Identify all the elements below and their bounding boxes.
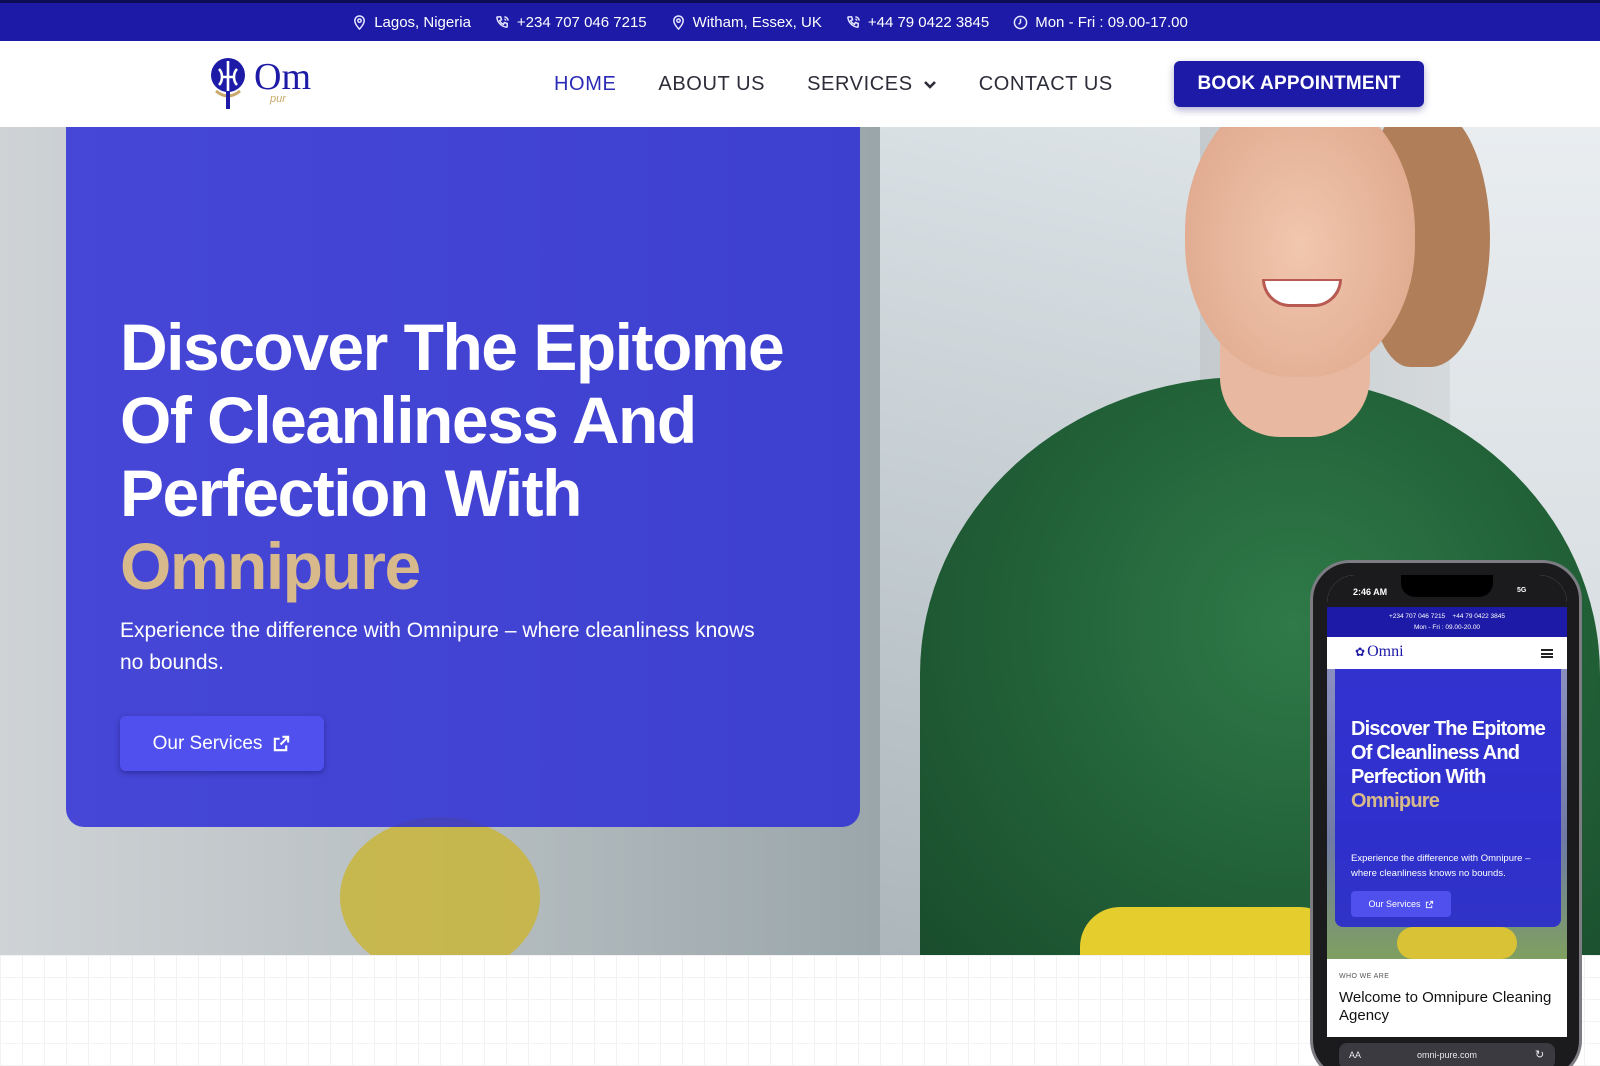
phone-top-hours: Mon - Fri : 09.00-20.00 — [1413, 624, 1481, 631]
location-pin-icon — [672, 14, 684, 30]
phone-item-uk[interactable]: +44 79 0422 3845 — [846, 14, 989, 31]
location-text: Lagos, Nigeria — [374, 13, 471, 31]
chevron-down-icon — [923, 81, 936, 89]
phone-top-phone-2: +44 79 0422 3845 — [1452, 613, 1506, 620]
phone-section-title: Welcome to Omnipure Cleaning Agency — [1339, 989, 1552, 1024]
top-info-bar: Lagos, Nigeria +234 707 046 7215 Witham,… — [0, 0, 1600, 41]
phone-url-bar-area: AA omni-pure.com ↻ — [1327, 1037, 1567, 1066]
phone-logo: Omni — [1355, 643, 1403, 661]
external-link-icon — [1425, 900, 1433, 908]
nav-services[interactable]: SERVICES — [807, 73, 937, 96]
hero-subtitle: Experience the difference with Omnipure … — [120, 619, 755, 674]
phone-text[interactable]: +234 707 046 7215 — [517, 14, 647, 31]
nav-contact-label: CONTACT US — [978, 72, 1113, 95]
phone-hero-photo-glove — [1397, 927, 1517, 959]
phone-time: 2:46 AM — [1353, 587, 1388, 597]
reload-icon: ↻ — [1535, 1049, 1545, 1061]
phone-top-phone-1: +234 707 046 7215 — [1388, 613, 1446, 620]
clock-icon — [1013, 15, 1028, 29]
hero-title: Discover The Epitome Of Cleanliness And … — [120, 311, 820, 603]
phone-hero-title: Discover The Epitome Of Cleanliness And … — [1351, 717, 1551, 813]
hero-title-text: Discover The Epitome Of Cleanliness And … — [120, 310, 785, 530]
phone-url-bar: AA omni-pure.com ↻ — [1339, 1043, 1555, 1066]
phone-icon — [846, 15, 860, 28]
hero-title-accent: Omnipure — [120, 529, 421, 603]
hours-text: Mon - Fri : 09.00-17.00 — [1035, 13, 1188, 31]
our-services-label: Our Services — [152, 732, 263, 754]
hours-item: Mon - Fri : 09.00-17.00 — [1013, 14, 1188, 31]
phone-text[interactable]: +44 79 0422 3845 — [868, 14, 989, 31]
phone-network: 5G — [1517, 587, 1527, 594]
phone-hero: Discover The Epitome Of Cleanliness And … — [1327, 669, 1567, 959]
nav-home[interactable]: HOME — [554, 73, 616, 96]
phone-notch — [1401, 575, 1493, 597]
main-nav: HOME ABOUT US SERVICES CONTACT US — [554, 41, 1113, 127]
location-text: Witham, Essex, UK — [692, 13, 822, 31]
phone-item-nigeria[interactable]: +234 707 046 7215 — [495, 14, 647, 31]
location-pin-icon — [354, 14, 366, 30]
phone-screen: 2:46 AM 5G +234 707 046 7215 +44 79 0422… — [1327, 575, 1567, 1066]
book-appointment-button[interactable]: BOOK APPOINTMENT — [1174, 61, 1424, 107]
phone-reader-toggle: AA — [1349, 1050, 1362, 1060]
external-link-icon — [274, 735, 290, 752]
logo-subtext: pur — [270, 93, 286, 105]
phone-header: Omni — [1327, 637, 1567, 669]
nav-services-label: SERVICES — [807, 72, 913, 95]
phone-hero-title-text: Discover The Epitome Of Cleanliness And … — [1351, 718, 1546, 788]
nav-about-label: ABOUT US — [658, 72, 766, 95]
nav-about-us[interactable]: ABOUT US — [658, 73, 765, 96]
hero-photo-glove-right — [1080, 907, 1340, 955]
our-services-button[interactable]: Our Services — [120, 716, 324, 771]
location-item-uk: Witham, Essex, UK — [671, 14, 822, 31]
logo-mark-icon — [208, 55, 252, 116]
site-header: Om pur HOME ABOUT US SERVICES CONTACT US… — [0, 41, 1600, 127]
phone-section-label: WHO WE ARE — [1339, 973, 1390, 980]
site-logo[interactable]: Om pur — [208, 55, 311, 116]
location-item-lagos: Lagos, Nigeria — [352, 14, 471, 31]
nav-contact-us[interactable]: CONTACT US — [979, 73, 1113, 96]
nav-home-label: HOME — [554, 72, 617, 95]
phone-our-services-label: Our Services — [1368, 899, 1421, 909]
hero-photo-glove-left — [340, 817, 540, 955]
phone-status-bar: 2:46 AM 5G — [1327, 575, 1567, 607]
phone-top-bar: +234 707 046 7215 +44 79 0422 3845 Mon -… — [1327, 607, 1567, 637]
phone-url-text: omni-pure.com — [1417, 1050, 1478, 1060]
phone-mockup: 2:46 AM 5G +234 707 046 7215 +44 79 0422… — [1310, 560, 1582, 1066]
phone-icon — [496, 15, 509, 28]
phone-our-services-button: Our Services — [1351, 891, 1451, 917]
phone-hero-subtitle: Experience the difference with Omnipure … — [1351, 853, 1531, 879]
hero-photo-face — [1185, 127, 1415, 377]
phone-hero-title-accent: Omnipure — [1351, 790, 1440, 812]
hamburger-menu-icon — [1541, 649, 1553, 658]
